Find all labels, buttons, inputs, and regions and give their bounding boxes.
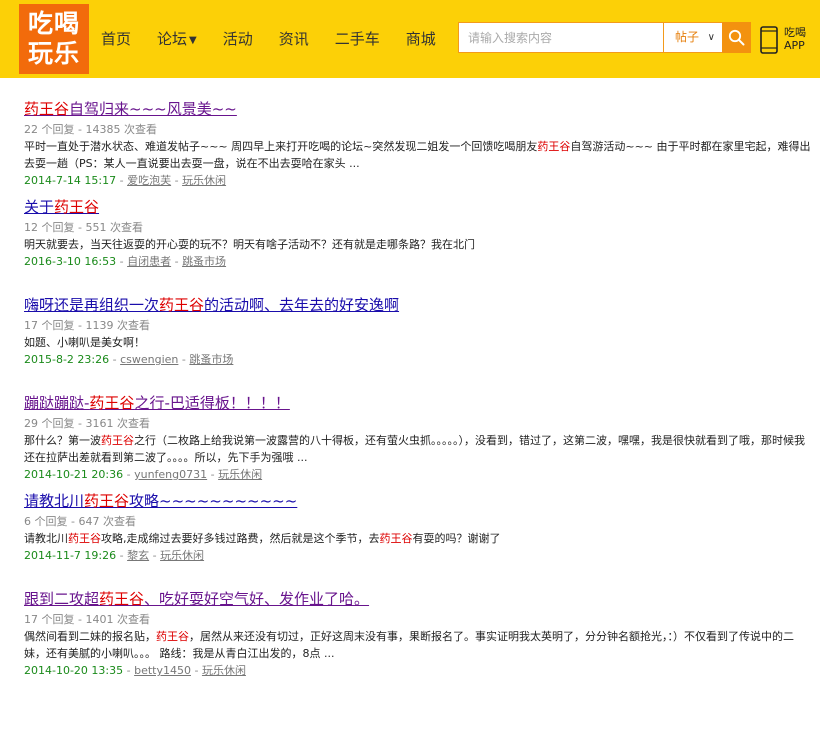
result-stats: 6 个回复 - 647 次查看 (24, 515, 136, 528)
result-stats: 17 个回复 - 1401 次查看 (24, 613, 150, 626)
result-stats: 12 个回复 - 551 次查看 (24, 221, 143, 234)
result-footer: 2014-10-20 13:35 - betty1450 - 玩乐休闲 (24, 664, 246, 677)
result-stats: 17 个回复 - 1139 次查看 (24, 319, 150, 332)
nav-events[interactable]: 活动 (223, 27, 253, 51)
logo-line-1: 吃喝 (27, 9, 80, 38)
result-snippet: 偶然间看到二妹的报名贴，药王谷，居然从来还没有切过，正好这周末没有事，果断报名了… (24, 630, 794, 660)
nav-events-label: 活动 (222, 30, 253, 48)
result-snippet: 明天就要去，当天往返耍的开心耍的玩不？明天有啥子活动不？还有就是走哪条路？我在北… (24, 238, 475, 251)
result-forum-link[interactable]: 玩乐休闲 (160, 549, 204, 562)
search-icon (728, 29, 745, 46)
result-date: 2014-7-14 15:17 (24, 174, 117, 187)
nav-news[interactable]: 资讯 (279, 27, 309, 51)
app-label-line-2: APP (784, 39, 805, 52)
result-date: 2014-11-7 19:26 (24, 549, 117, 562)
result-date: 2014-10-21 20:36 (24, 468, 124, 481)
result-title-link[interactable]: 蹦跶蹦跶-药王谷之行-巴适得板！！！！ (24, 392, 814, 414)
result-footer: 2015-8-2 23:26 - cswengien - 跳蚤市场 (24, 353, 234, 366)
nav-home[interactable]: 首页 (101, 27, 131, 51)
nav-home-label: 首页 (101, 30, 132, 48)
nav-forum-label: 论坛 (157, 30, 188, 48)
result-item: 请教北川药王谷攻略~~~~~~~~~~~ 6 个回复 - 647 次查看 请教北… (24, 490, 814, 588)
result-footer: 2016-3-10 16:53 - 自闭患者 - 跳蚤市场 (24, 255, 227, 268)
result-item: 嗨呀还是再组织一次药王谷的活动啊、去年去的好安逸啊 17 个回复 - 1139 … (24, 294, 814, 392)
result-item: 关于药王谷 12 个回复 - 551 次查看 明天就要去，当天往返耍的开心耍的玩… (24, 196, 814, 294)
nav-news-label: 资讯 (278, 30, 309, 48)
result-forum-link[interactable]: 玩乐休闲 (218, 468, 262, 481)
result-item: 蹦跶蹦跶-药王谷之行-巴适得板！！！！ 29 个回复 - 3161 次查看 那什… (24, 392, 814, 490)
chevron-down-icon: ▼ (189, 35, 197, 46)
phone-icon (760, 26, 778, 54)
result-author-link[interactable]: 自闭患者 (127, 255, 171, 268)
nav-forum[interactable]: 论坛 ▼ (157, 27, 197, 51)
result-title-link[interactable]: 跟到二攻超药王谷、吃好耍好空气好、发作业了哈。 (24, 588, 814, 610)
search-type-select[interactable]: 帖子 ∨ (663, 23, 722, 52)
result-author-link[interactable]: 爱吃泡芙 (127, 174, 171, 187)
nav-mall-label: 商城 (405, 30, 436, 48)
site-header: 吃喝 玩乐 首页 论坛▼ 活动 资讯 二手车 商城 帖子 ∨ 吃喝 (0, 0, 820, 78)
result-title-link[interactable]: 关于药王谷 (24, 196, 814, 218)
result-title-link[interactable]: 药王谷自驾归来~~~风景美~~ (24, 98, 814, 120)
result-item: 药王谷自驾归来~~~风景美~~ 22 个回复 - 14385 次查看 平时一直处… (24, 98, 814, 196)
result-item: 跟到二攻超药王谷、吃好耍好空气好、发作业了哈。 17 个回复 - 1401 次查… (24, 588, 814, 686)
result-snippet: 请教北川药王谷攻略,走成绵过去要好多钱过路费，然后就是这个季节，去药王谷有耍的吗… (24, 532, 501, 545)
result-title-link[interactable]: 嗨呀还是再组织一次药王谷的活动啊、去年去的好安逸啊 (24, 294, 814, 316)
result-forum-link[interactable]: 跳蚤市场 (182, 255, 226, 268)
app-label-line-1: 吃喝 (784, 26, 806, 39)
logo-line-2: 玩乐 (27, 39, 80, 68)
search-input[interactable] (459, 23, 662, 52)
result-stats: 22 个回复 - 14385 次查看 (24, 123, 157, 136)
result-footer: 2014-11-7 19:26 - 黎玄 - 玩乐休闲 (24, 549, 205, 562)
result-title-link[interactable]: 请教北川药王谷攻略~~~~~~~~~~~ (24, 490, 814, 512)
result-snippet: 如题、小喇叭是美女啊！ (24, 336, 145, 349)
result-author-link[interactable]: yunfeng0731 (134, 468, 207, 481)
result-date: 2015-8-2 23:26 (24, 353, 110, 366)
search-type-label: 帖子 (675, 30, 700, 44)
search-button[interactable] (722, 22, 751, 53)
site-logo[interactable]: 吃喝 玩乐 (19, 4, 89, 74)
result-footer: 2014-7-14 15:17 - 爱吃泡芙 - 玩乐休闲 (24, 174, 227, 187)
app-download-link[interactable]: 吃喝 APP (760, 25, 820, 55)
result-footer: 2014-10-21 20:36 - yunfeng0731 - 玩乐休闲 (24, 468, 263, 481)
result-author-link[interactable]: cswengien (120, 353, 178, 366)
result-forum-link[interactable]: 玩乐休闲 (182, 174, 226, 187)
chevron-down-icon: ∨ (707, 32, 715, 43)
result-author-link[interactable]: betty1450 (134, 664, 191, 677)
nav-used-cars-label: 二手车 (334, 30, 380, 48)
search-results: 药王谷自驾归来~~~风景美~~ 22 个回复 - 14385 次查看 平时一直处… (24, 98, 814, 686)
result-snippet: 平时一直处于潜水状态、难道发帖子~~~ 周四早上来打开吃喝的论坛~突然发现二姐发… (24, 140, 811, 170)
main-nav: 首页 论坛 ▼ 活动 资讯 二手车 商城 (101, 27, 462, 51)
result-snippet: 那什么？第一波药王谷之行（二枚路上给我说第一波露营的八十得板，还有萤火虫抓。。。… (24, 434, 805, 464)
nav-mall[interactable]: 商城 (406, 27, 436, 51)
result-forum-link[interactable]: 跳蚤市场 (189, 353, 233, 366)
result-author-link[interactable]: 黎玄 (127, 549, 149, 562)
nav-used-cars[interactable]: 二手车 (335, 27, 380, 51)
app-label: 吃喝 APP (784, 26, 806, 52)
result-stats: 29 个回复 - 3161 次查看 (24, 417, 150, 430)
result-date: 2016-3-10 16:53 (24, 255, 117, 268)
result-date: 2014-10-20 13:35 (24, 664, 124, 677)
search-bar: 帖子 ∨ (458, 22, 751, 53)
result-forum-link[interactable]: 玩乐休闲 (202, 664, 246, 677)
